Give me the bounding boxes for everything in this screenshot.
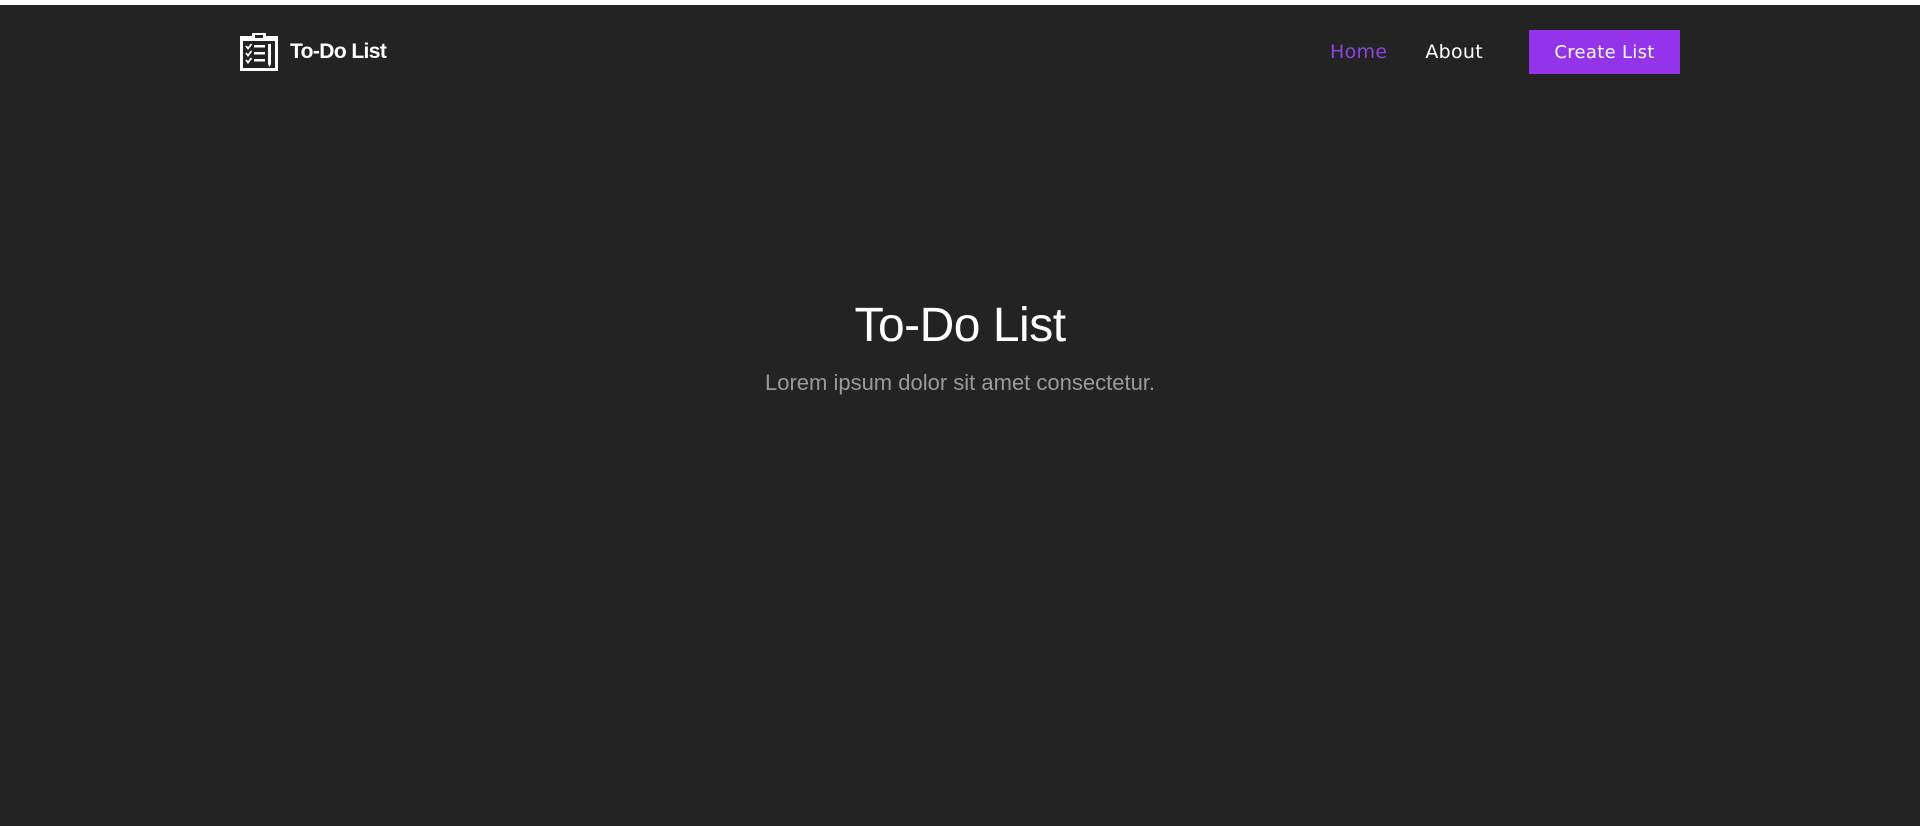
nav-link-about[interactable]: About [1425,41,1483,63]
create-list-button[interactable]: Create List [1529,30,1680,74]
clipboard-checklist-icon [239,32,279,72]
navbar: To-Do List Home About Create List [0,5,1920,100]
hero-section: To-Do List Lorem ipsum dolor sit amet co… [0,296,1920,398]
brand-name: To-Do List [290,40,387,63]
brand-link[interactable]: To-Do List [239,32,387,72]
nav-link-home[interactable]: Home [1330,41,1387,63]
nav-links: Home About [1330,41,1483,63]
hero-subtitle: Lorem ipsum dolor sit amet consectetur. [764,370,1156,395]
hero-title: To-Do List [854,299,1066,352]
